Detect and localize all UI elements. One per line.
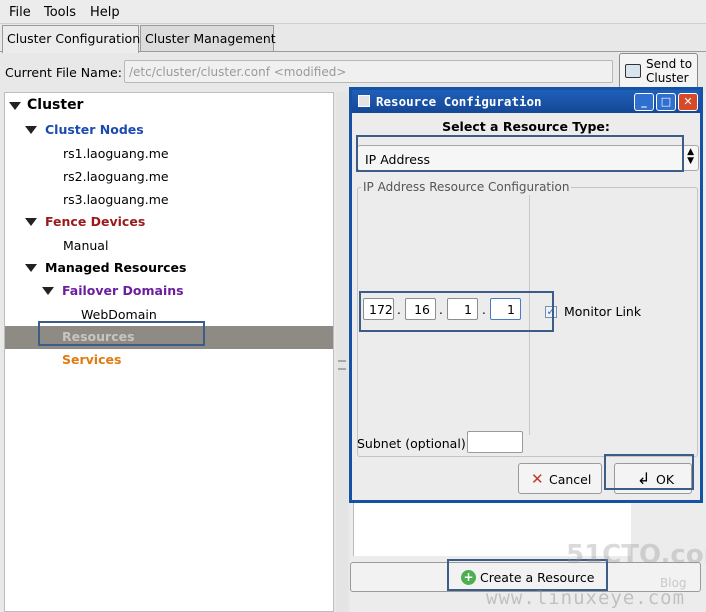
select-resource-type-label: Select a Resource Type:	[442, 119, 610, 134]
tab-cluster-configuration[interactable]: Cluster Configuration	[2, 25, 140, 53]
tree-failover-domains[interactable]: Failover Domains	[62, 283, 184, 298]
tree-fence-devices[interactable]: Fence Devices	[45, 214, 145, 229]
tree-node-rs3[interactable]: rs3.laoguang.me	[63, 192, 169, 207]
annotation-ip-address	[359, 291, 554, 332]
tree-cluster[interactable]: Cluster	[27, 97, 83, 113]
annotation-ok	[604, 454, 694, 490]
minimize-icon[interactable]: _	[634, 93, 654, 111]
menu-bar: File Tools Help	[0, 0, 706, 24]
close-icon[interactable]: ✕	[678, 93, 698, 111]
menu-help[interactable]: Help	[90, 5, 120, 20]
select-arrows-icon: ▲ ▼	[687, 147, 694, 166]
tree-services[interactable]: Services	[62, 352, 121, 367]
tree-managed-resources[interactable]: Managed Resources	[45, 260, 186, 275]
watermark-linuxeye: www.linuxeye.com	[486, 587, 686, 609]
send-icon	[625, 64, 641, 78]
cluster-tree: Cluster Cluster Nodes rs1.laoguang.me rs…	[4, 92, 334, 612]
expand-arrow-icon[interactable]	[42, 287, 54, 295]
menu-file[interactable]: File	[9, 5, 31, 20]
dialog-title: Resource Configuration	[376, 94, 542, 109]
ip-config-group-label: IP Address Resource Configuration	[361, 180, 572, 194]
cancel-x-icon: ✕	[531, 470, 544, 488]
watermark-51cto: 51CTO.com	[566, 540, 706, 570]
tree-node-rs2[interactable]: rs2.laoguang.me	[63, 169, 169, 184]
monitor-link-label: Monitor Link	[564, 304, 642, 319]
tab-cluster-management[interactable]: Cluster Management	[140, 25, 276, 51]
annotation-resource-type	[356, 135, 684, 172]
subnet-input[interactable]	[467, 431, 523, 453]
tree-fence-manual[interactable]: Manual	[63, 238, 108, 253]
current-file-label: Current File Name:	[5, 65, 122, 80]
splitter-grip-icon[interactable]	[338, 360, 346, 370]
annotation-resources	[38, 321, 205, 346]
expand-arrow-icon[interactable]	[25, 126, 37, 134]
tree-webdomain[interactable]: WebDomain	[81, 307, 157, 322]
expand-arrow-icon[interactable]	[25, 218, 37, 226]
expand-arrow-icon[interactable]	[9, 102, 21, 110]
cancel-button[interactable]: ✕ Cancel	[518, 463, 602, 494]
send-label-line1: Send to	[646, 57, 693, 71]
tree-node-rs1[interactable]: rs1.laoguang.me	[63, 146, 169, 161]
tab-bar: Cluster Configuration Cluster Management	[0, 24, 706, 53]
expand-arrow-icon[interactable]	[25, 264, 37, 272]
maximize-icon[interactable]: □	[656, 93, 676, 111]
current-file-field: /etc/cluster/cluster.conf <modified>	[124, 60, 613, 83]
menu-tools[interactable]: Tools	[44, 5, 76, 20]
dialog-titlebar[interactable]: Resource Configuration _ □ ✕	[352, 90, 700, 113]
pane-splitter[interactable]	[336, 92, 348, 612]
cancel-label: Cancel	[549, 472, 592, 487]
tree-cluster-nodes[interactable]: Cluster Nodes	[45, 122, 144, 137]
send-label-line2: Cluster	[646, 71, 689, 85]
subnet-label: Subnet (optional):	[357, 436, 470, 451]
app-icon	[358, 95, 370, 107]
send-to-cluster-button[interactable]: Send to Cluster	[619, 53, 698, 89]
